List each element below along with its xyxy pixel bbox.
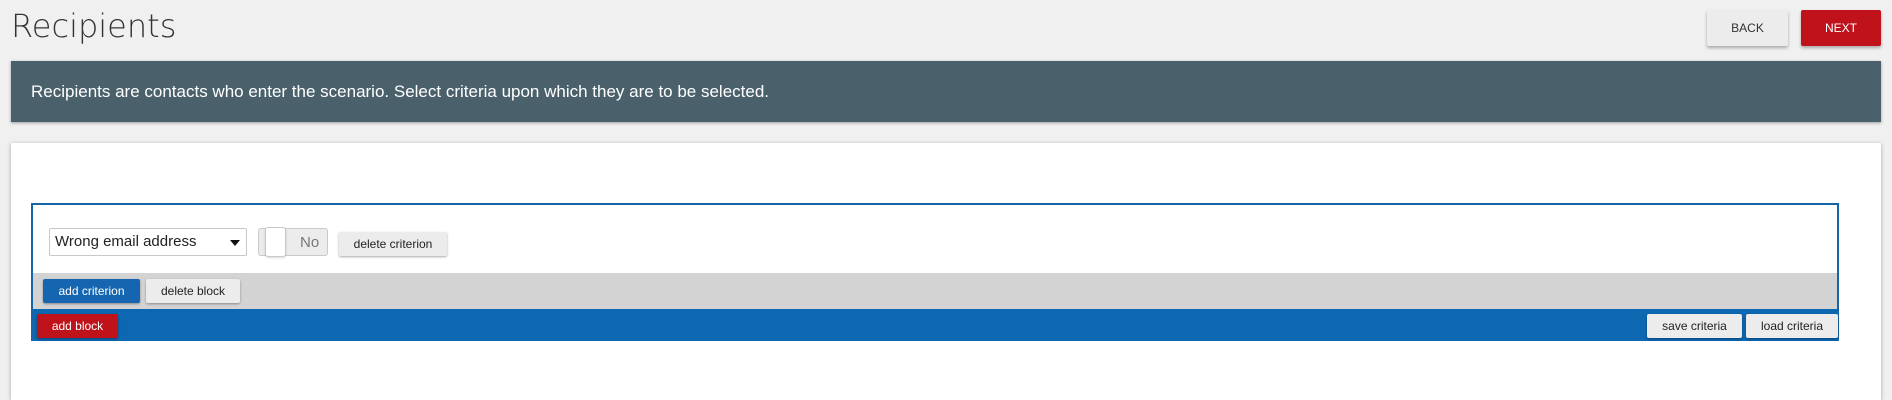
caret-down-icon: [230, 240, 240, 246]
criterion-toggle[interactable]: No: [258, 227, 328, 257]
criterion-select-value: Wrong email address: [55, 233, 197, 250]
delete-block-button[interactable]: delete block: [146, 279, 240, 303]
add-block-button[interactable]: add block: [37, 314, 118, 338]
load-criteria-button[interactable]: load criteria: [1746, 314, 1838, 338]
block-actions-bar: add criterion delete block: [33, 273, 1837, 309]
add-criterion-button[interactable]: add criterion: [43, 279, 140, 303]
page: Recipients BACK NEXT Recipients are cont…: [0, 0, 1892, 400]
block-footer-bar: add block save criteria load criteria: [33, 309, 1838, 341]
delete-criterion-button[interactable]: delete criterion: [339, 232, 447, 256]
info-banner: Recipients are contacts who enter the sc…: [11, 61, 1881, 122]
info-banner-text: Recipients are contacts who enter the sc…: [31, 81, 770, 101]
save-criteria-button[interactable]: save criteria: [1647, 314, 1742, 338]
criterion-select[interactable]: Wrong email address: [49, 228, 247, 256]
criteria-block: Wrong email address No delete criterion …: [31, 203, 1839, 341]
back-button[interactable]: BACK: [1707, 10, 1788, 46]
criterion-row: Wrong email address No delete criterion: [33, 205, 1837, 273]
toggle-label: No: [300, 234, 320, 251]
page-title: Recipients: [11, 7, 177, 45]
next-button[interactable]: NEXT: [1801, 10, 1881, 46]
toggle-knob[interactable]: [265, 227, 286, 257]
